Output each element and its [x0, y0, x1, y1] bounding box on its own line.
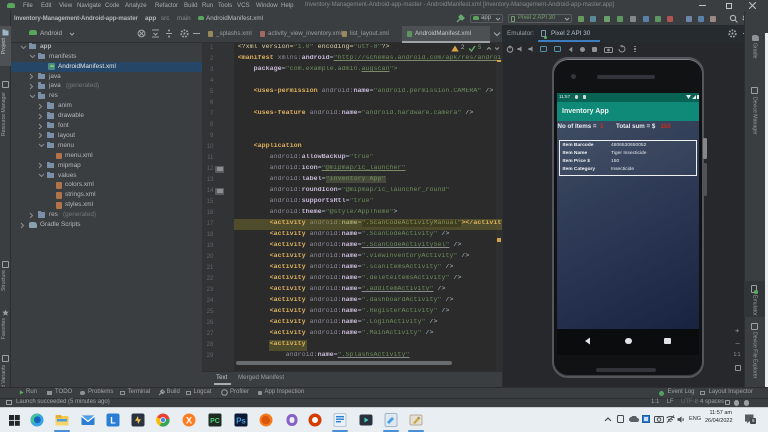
- svg-text:Ps: Ps: [236, 417, 246, 426]
- svg-text:L: L: [110, 416, 116, 426]
- svg-text:X: X: [186, 416, 192, 426]
- svg-text:PC: PC: [210, 418, 220, 425]
